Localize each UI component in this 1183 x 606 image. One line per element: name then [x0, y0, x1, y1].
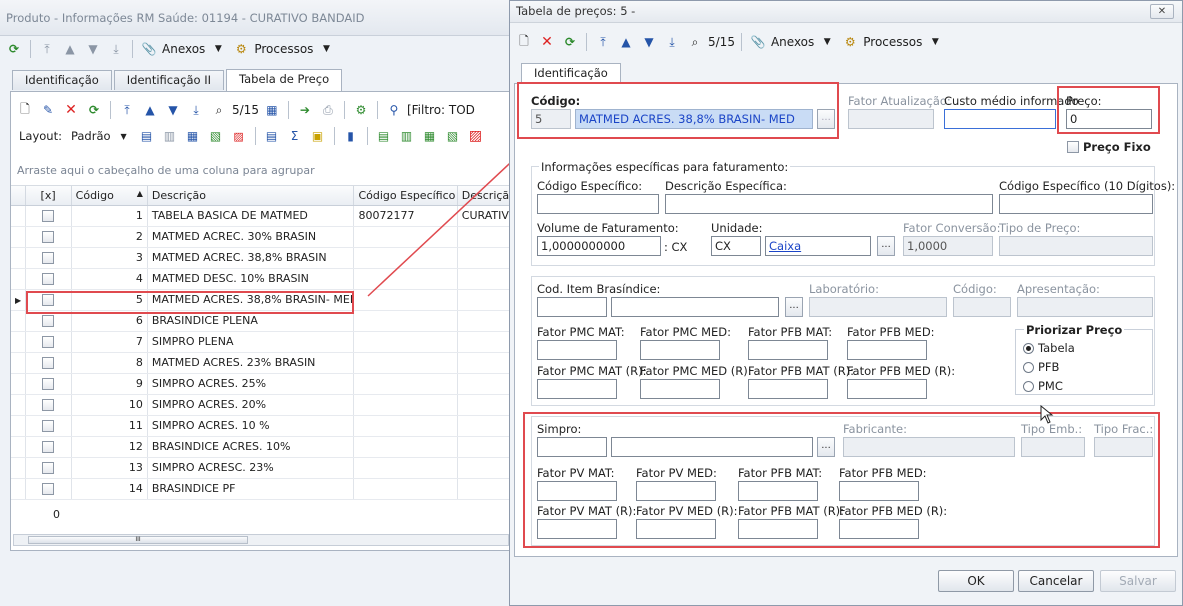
gears-icon: ⚙ [844, 35, 856, 49]
chevron-down-icon[interactable]: ▼ [817, 32, 837, 52]
codigo-especifico-10-field[interactable] [999, 194, 1153, 214]
processos-menu[interactable]: Processos [863, 35, 922, 49]
descricao-especifica-label: Descrição Específica: [665, 179, 787, 193]
pfb-med-label: Fator PFB MED: [847, 325, 935, 339]
unidade-field[interactable]: CX [711, 236, 761, 256]
binoculars-icon[interactable]: ⌕ [685, 32, 705, 52]
save-button[interactable]: Salvar [1100, 570, 1176, 592]
laboratorio-label: Laboratório: [809, 282, 879, 296]
simpro-highlight [523, 412, 1160, 548]
anexos-menu[interactable]: Anexos [771, 35, 814, 49]
codigo-lab-label: Código: [953, 282, 997, 296]
volume-unit: : CX [664, 240, 688, 254]
pmc-med-label: Fator PMC MED: [640, 325, 731, 339]
pmc-med-r-field[interactable] [640, 379, 720, 399]
descricao-especifica-field[interactable] [665, 194, 993, 214]
unidade-label: Unidade: [711, 221, 763, 235]
pmc-mat-r-label: Fator PMC MAT (R): [537, 364, 647, 378]
unidade-link[interactable]: Caixa [765, 236, 871, 256]
pfb-med-r-label: Fator PFB MED (R): [847, 364, 956, 378]
codigo-lab-field [953, 297, 1011, 317]
codigo-especifico-label: Código Específico: [537, 179, 643, 193]
pmc-med-field[interactable] [640, 340, 720, 360]
tipo-preco-label: Tipo de Preço: [999, 221, 1081, 235]
cancel-button[interactable]: Cancelar [1018, 570, 1094, 592]
arrow-line [367, 149, 525, 297]
mouse-cursor-icon [1040, 405, 1054, 424]
volume-faturamento-label: Volume de Faturamento: [537, 221, 679, 235]
fator-conversao-field: 1,0000 [903, 236, 993, 256]
record-counter: 5/15 [708, 35, 735, 49]
fator-conversao-label: Fator Conversão: [903, 221, 1001, 235]
paperclip-icon: 📎 [750, 35, 766, 49]
first-record-icon[interactable]: ⤒ [593, 32, 613, 52]
ok-button[interactable]: OK [938, 570, 1014, 592]
custo-medio-field[interactable] [944, 109, 1056, 129]
preco-fixo-checkbox[interactable] [1067, 141, 1079, 153]
pfb-mat-r-field[interactable] [748, 379, 828, 399]
radio-pfb[interactable]: PFB [1023, 360, 1059, 374]
brasindice-label: Cod. Item Brasíndice: [537, 282, 661, 296]
radio-tabela[interactable]: Tabela [1023, 341, 1075, 355]
next-record-icon[interactable]: ▼ [639, 32, 659, 52]
pfb-mat-field[interactable] [748, 340, 828, 360]
preco-fixo-label: Preço Fixo [1083, 140, 1151, 154]
close-button[interactable]: ✕ [1150, 4, 1174, 19]
pmc-mat-field[interactable] [537, 340, 617, 360]
faturamento-group-title: Informações específicas para faturamento… [539, 160, 791, 174]
new-icon[interactable]: 🗋 [514, 32, 534, 52]
codigo-especifico-10-label: Código Específico (10 Dígitos): [999, 179, 1176, 193]
pmc-mat-r-field[interactable] [537, 379, 617, 399]
brasindice-code-field[interactable] [537, 297, 607, 317]
brasindice-desc-field[interactable] [611, 297, 779, 317]
volume-faturamento-field[interactable]: 1,0000000000 [537, 236, 661, 256]
unidade-lookup-button[interactable]: ... [877, 236, 895, 256]
pfb-med-field[interactable] [847, 340, 927, 360]
radio-pmc[interactable]: PMC [1023, 379, 1063, 393]
laboratorio-field [809, 297, 947, 317]
pmc-mat-label: Fator PMC MAT: [537, 325, 625, 339]
apresentacao-label: Apresentação: [1017, 282, 1100, 296]
prev-record-icon[interactable]: ▲ [616, 32, 636, 52]
codigo-especifico-field[interactable] [537, 194, 659, 214]
pfb-med-r-field[interactable] [847, 379, 927, 399]
priorizar-preco-title: Priorizar Preço [1024, 323, 1125, 337]
tipo-preco-field [999, 236, 1153, 256]
refresh-icon[interactable]: ⟳ [560, 32, 580, 52]
brasindice-lookup-button[interactable]: ... [785, 297, 803, 317]
pmc-med-r-label: Fator PMC MED (R): [640, 364, 752, 378]
preco-highlight [1057, 86, 1160, 134]
dialog-toolbar: 🗋 ✕ ⟳ ⤒ ▲ ▼ ⤓ ⌕ 5/15 📎 Anexos ▼ ⚙ Proces… [510, 29, 1183, 55]
last-record-icon[interactable]: ⤓ [662, 32, 682, 52]
delete-icon[interactable]: ✕ [537, 32, 557, 52]
codigo-highlight [517, 82, 839, 139]
pfb-mat-r-label: Fator PFB MAT (R): [748, 364, 855, 378]
chevron-down-icon[interactable]: ▼ [925, 32, 945, 52]
apresentacao-field [1017, 297, 1153, 317]
dialog-title: Tabela de preços: 5 - [510, 1, 1182, 23]
fator-atualizacao-label: Fator Atualização: [848, 94, 951, 108]
pfb-mat-label: Fator PFB MAT: [748, 325, 833, 339]
fator-atualizacao-field [848, 109, 934, 129]
